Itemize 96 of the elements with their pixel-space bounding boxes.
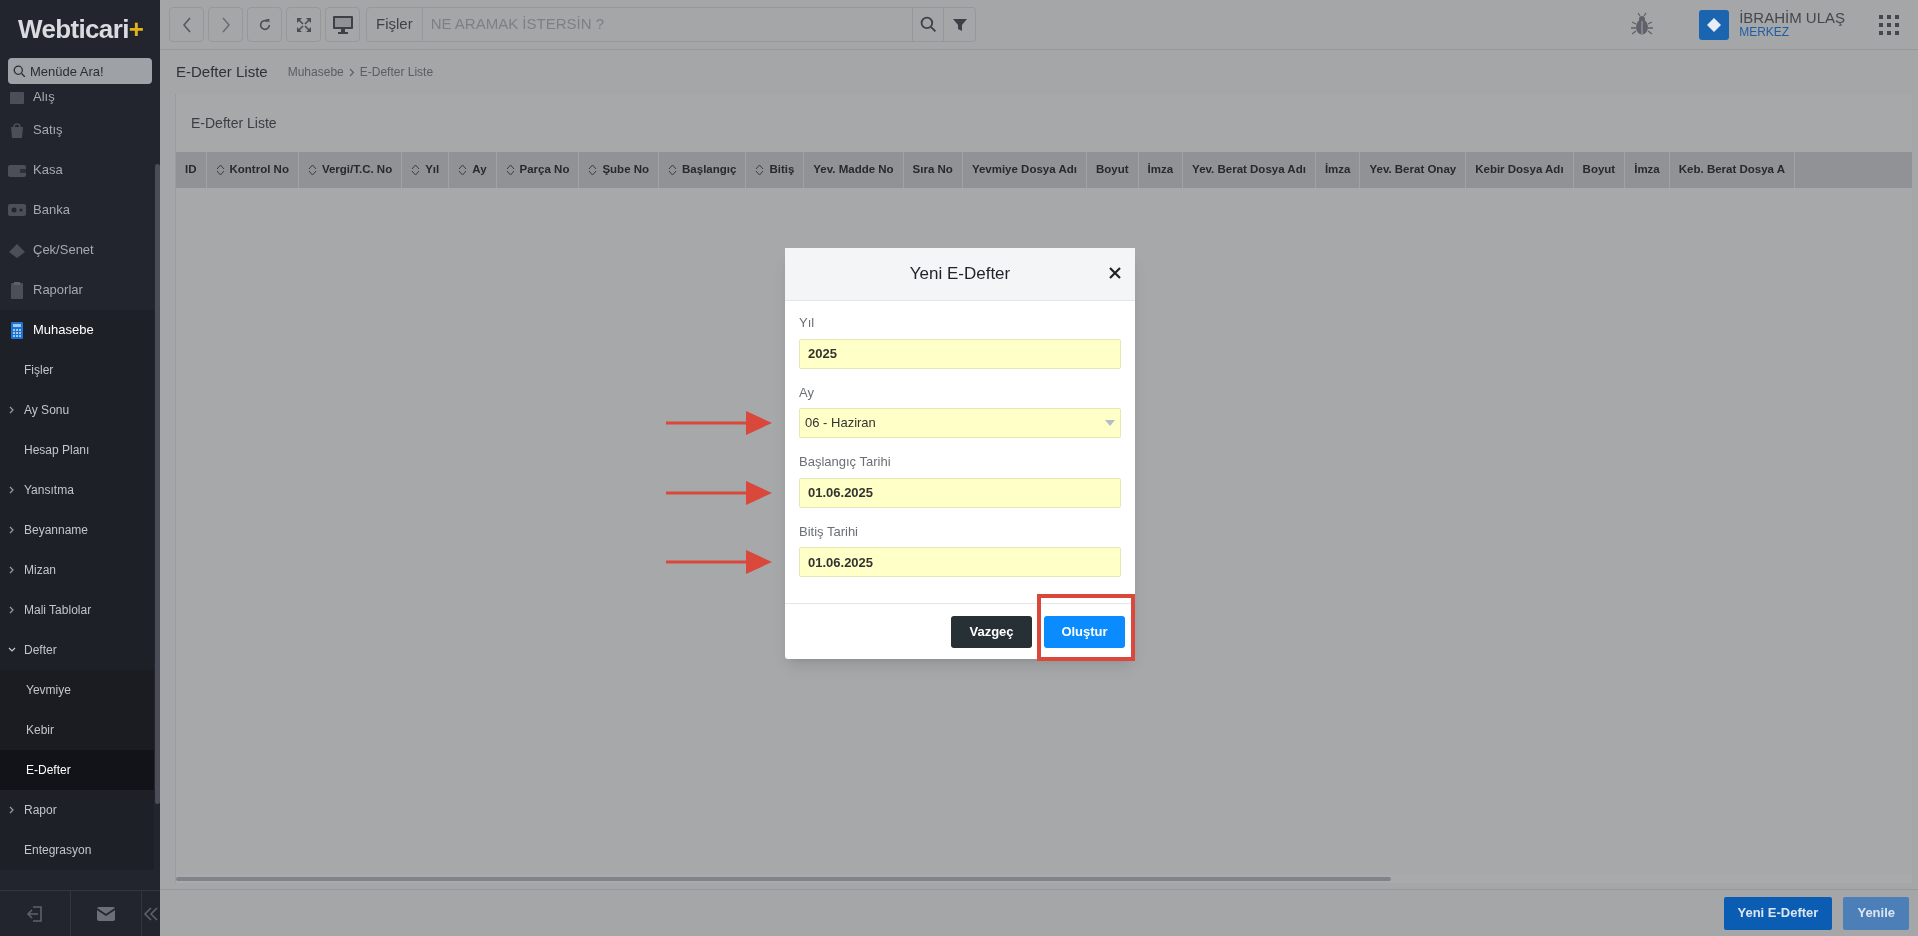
- caret-icon: [1105, 420, 1115, 426]
- expand-icon: [295, 16, 312, 33]
- column-header[interactable]: Kontrol No: [206, 152, 299, 188]
- column-header[interactable]: Vergi/T.C. No: [298, 152, 403, 188]
- column-header[interactable]: Yev. Berat Onay: [1360, 152, 1467, 188]
- menu-item[interactable]: Rapor: [0, 790, 154, 830]
- menu-item[interactable]: E-Defter: [0, 750, 154, 790]
- sort-icon: [505, 164, 515, 176]
- column-header[interactable]: ID: [176, 152, 207, 188]
- column-header[interactable]: Parça No: [496, 152, 580, 188]
- user-name[interactable]: İBRAHİM ULAŞ: [1739, 10, 1845, 25]
- monitor-icon: [331, 14, 354, 35]
- scrollbar[interactable]: [155, 164, 160, 804]
- sort-icon: [215, 164, 225, 176]
- refresh-button[interactable]: Yenile: [1843, 896, 1909, 930]
- column-header[interactable]: İmza: [1138, 152, 1184, 188]
- menu-item[interactable]: Kasa: [0, 150, 154, 190]
- field-label: Yıl: [799, 314, 816, 332]
- close-button[interactable]: [1107, 265, 1123, 281]
- menu-item[interactable]: Çek/Senet: [0, 230, 154, 270]
- chevron-left-icon: [181, 16, 192, 33]
- menu-item[interactable]: Yevmiye: [0, 670, 154, 710]
- column-header[interactable]: Ay: [449, 152, 497, 188]
- breadcrumb-link[interactable]: Muhasebe: [287, 63, 344, 81]
- user-avatar[interactable]: [1699, 9, 1730, 40]
- column-header[interactable]: İmza: [1625, 152, 1670, 188]
- refresh-button[interactable]: [247, 7, 282, 42]
- diamond-icon: [1706, 16, 1723, 33]
- column-header[interactable]: Bitiş: [746, 152, 805, 188]
- chevron-right-icon: [220, 16, 231, 33]
- column-header[interactable]: Şube No: [579, 152, 660, 188]
- new-button[interactable]: Yeni E-Defter: [1723, 896, 1833, 930]
- menu-item[interactable]: Raporlar: [0, 270, 154, 310]
- sort-icon: [307, 164, 317, 176]
- logo: Webticari+: [18, 12, 144, 46]
- back-button[interactable]: [169, 7, 204, 42]
- month-dropdown[interactable]: 06 - Haziran: [799, 408, 1121, 438]
- menu-item[interactable]: Muhasebe: [0, 310, 154, 350]
- create-button[interactable]: Oluştur: [1044, 615, 1125, 648]
- menu-item[interactable]: Mizan: [0, 550, 154, 590]
- menu-item[interactable]: Fişler: [0, 350, 154, 390]
- menu-item[interactable]: Alış: [0, 84, 154, 110]
- menu-item[interactable]: Yansıtma: [0, 470, 154, 510]
- breadcrumb-link[interactable]: E-Defter Liste: [359, 63, 434, 81]
- filter-icon: [951, 16, 968, 33]
- menu-item[interactable]: Mali Tablolar: [0, 590, 154, 630]
- column-header[interactable]: Boyut: [1573, 152, 1626, 188]
- page-title: E-Defter Liste: [176, 61, 268, 82]
- sort-icon: [755, 164, 765, 176]
- column-header[interactable]: Boyut: [1086, 152, 1139, 188]
- monitor-button[interactable]: [325, 7, 360, 42]
- collapse-icon[interactable]: [142, 905, 160, 922]
- sort-icon: [411, 164, 421, 176]
- input-field[interactable]: 01.06.2025: [799, 547, 1121, 577]
- module-label[interactable]: Fişler: [366, 7, 423, 42]
- menu-item[interactable]: Beyanname: [0, 510, 154, 550]
- column-header[interactable]: Yev. Berat Dosya Adı: [1183, 152, 1316, 188]
- menu-search-field[interactable]: Menüde Ara!: [8, 58, 152, 84]
- column-header[interactable]: Keb. Berat Dosya A: [1669, 152, 1796, 188]
- field-label: Başlangıç Tarihi: [799, 453, 892, 471]
- column-header[interactable]: Kebir Dosya Adı: [1466, 152, 1574, 188]
- menu-item[interactable]: Kebir: [0, 710, 154, 750]
- apps-grid-icon[interactable]: [1879, 14, 1899, 35]
- column-header[interactable]: Yev. Madde No: [804, 152, 904, 188]
- column-header[interactable]: İmza: [1315, 152, 1361, 188]
- column-header[interactable]: Yevmiye Dosya Adı: [962, 152, 1087, 188]
- menu-item[interactable]: Banka: [0, 190, 154, 230]
- sort-icon: [588, 164, 598, 176]
- column-header[interactable]: Sıra No: [903, 152, 963, 188]
- input-field[interactable]: 2025: [799, 338, 1121, 369]
- fullscreen-button[interactable]: [286, 7, 321, 42]
- cancel-button[interactable]: Vazgeç: [951, 615, 1032, 648]
- mail-icon[interactable]: [96, 904, 116, 923]
- sort-icon: [458, 164, 468, 176]
- card-title: E-Defter Liste: [191, 113, 277, 133]
- scrollbar[interactable]: [176, 877, 1391, 881]
- menu-item[interactable]: Hesap Planı: [0, 430, 154, 470]
- refresh-icon: [257, 17, 272, 32]
- column-header[interactable]: Yıl: [402, 152, 450, 188]
- menu-item[interactable]: Entegrasyon: [0, 830, 154, 870]
- dialog-title: Yeni E-Defter: [909, 263, 1011, 286]
- menu-item[interactable]: Defter: [0, 630, 154, 670]
- sort-icon: [668, 164, 678, 176]
- menu-item[interactable]: Satış: [0, 110, 154, 150]
- menu-item[interactable]: Ay Sonu: [0, 390, 154, 430]
- input-field[interactable]: 01.06.2025: [799, 477, 1121, 508]
- logout-icon[interactable]: [25, 903, 45, 924]
- search-icon: [13, 65, 26, 78]
- filter-button[interactable]: [944, 7, 976, 42]
- field-label: Bitiş Tarihi: [799, 522, 859, 541]
- close-icon: [1109, 267, 1121, 279]
- search-button[interactable]: [912, 7, 944, 42]
- column-header[interactable]: Başlangıç: [659, 152, 747, 188]
- search-icon: [919, 16, 937, 33]
- field-label: Ay: [799, 383, 815, 402]
- chevron-right-icon: [348, 67, 355, 77]
